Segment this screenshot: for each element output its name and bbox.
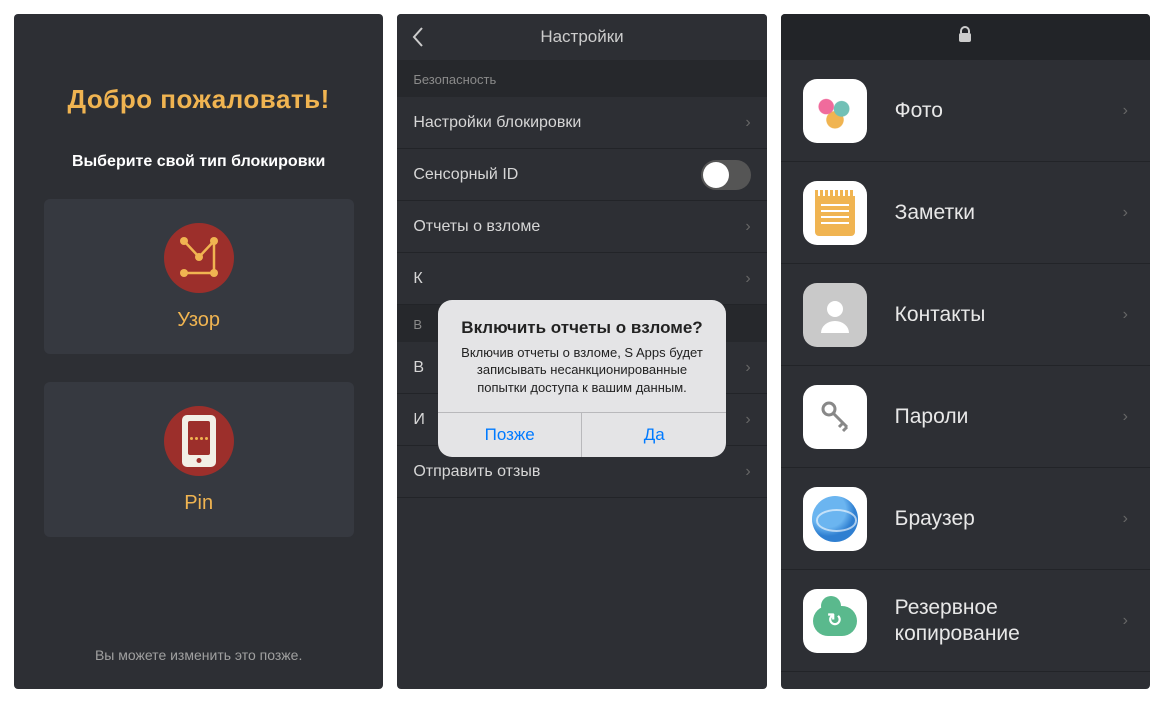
touch-id-toggle[interactable]: [701, 160, 751, 190]
lock-type-pattern[interactable]: Узор: [44, 199, 354, 354]
row-label: И: [413, 411, 425, 429]
screen-welcome: Добро пожаловать! Выберите свой тип блок…: [14, 14, 383, 689]
chevron-right-icon: ›: [1123, 102, 1128, 120]
dialog-yes-button[interactable]: Да: [581, 413, 726, 457]
chevron-right-icon: ›: [745, 218, 750, 236]
vault-item-photos[interactable]: Фото ›: [781, 60, 1150, 162]
contacts-icon: [803, 283, 867, 347]
lock-icon: [957, 26, 973, 49]
screen-settings: Настройки Безопасность Настройки блокиро…: [397, 14, 766, 689]
row-label: Отчеты о взломе: [413, 218, 540, 236]
back-button[interactable]: [411, 14, 425, 60]
breakin-dialog: Включить отчеты о взломе? Включив отчеты…: [438, 300, 726, 458]
row-label: Сенсорный ID: [413, 166, 518, 184]
row-label: В: [413, 359, 424, 377]
vault-item-label: Пароли: [895, 404, 969, 429]
chevron-right-icon: ›: [1123, 306, 1128, 324]
row-label: Отправить отзыв: [413, 463, 540, 481]
settings-header: Настройки: [397, 14, 766, 60]
pin-label: Pin: [184, 492, 213, 515]
chevron-right-icon: ›: [745, 411, 750, 429]
section-security: Безопасность: [397, 60, 766, 97]
dialog-body: Включив отчеты о взломе, S Apps будет за…: [458, 344, 706, 397]
chevron-right-icon: ›: [1123, 612, 1128, 630]
chevron-right-icon: ›: [1123, 204, 1128, 222]
screen-vault: Фото › Заметки › Контакты › Пароли › Бра…: [781, 14, 1150, 689]
notes-icon: [803, 181, 867, 245]
backup-icon: [803, 589, 867, 653]
chevron-right-icon: ›: [745, 270, 750, 288]
vault-item-backup[interactable]: Резервное копирование ›: [781, 570, 1150, 672]
pin-icon: [164, 406, 234, 476]
vault-item-label: Резервное копирование: [895, 595, 1123, 645]
row-label: К: [413, 270, 422, 288]
chevron-right-icon: ›: [745, 463, 750, 481]
row-breakin-reports[interactable]: Отчеты о взломе ›: [397, 201, 766, 253]
row-label: Настройки блокировки: [413, 114, 581, 132]
chevron-right-icon: ›: [745, 114, 750, 132]
photos-icon: [803, 79, 867, 143]
vault-item-passwords[interactable]: Пароли ›: [781, 366, 1150, 468]
row-obscured-1[interactable]: К ›: [397, 253, 766, 305]
welcome-footer: Вы можете изменить это позже.: [14, 647, 383, 663]
chevron-right-icon: ›: [1123, 408, 1128, 426]
vault-item-contacts[interactable]: Контакты ›: [781, 264, 1150, 366]
welcome-subtitle: Выберите свой тип блокировки: [72, 153, 325, 171]
row-touch-id[interactable]: Сенсорный ID: [397, 149, 766, 201]
vault-item-label: Фото: [895, 98, 943, 123]
settings-title: Настройки: [540, 27, 623, 47]
dialog-title: Включить отчеты о взломе?: [458, 318, 706, 338]
vault-item-label: Заметки: [895, 200, 975, 225]
chevron-right-icon: ›: [745, 359, 750, 377]
vault-item-label: Контакты: [895, 302, 986, 327]
browser-icon: [803, 487, 867, 551]
lock-type-pin[interactable]: Pin: [44, 382, 354, 537]
pattern-label: Узор: [177, 309, 220, 332]
passwords-icon: [803, 385, 867, 449]
welcome-title: Добро пожаловать!: [68, 84, 330, 115]
vault-header: [781, 14, 1150, 60]
chevron-right-icon: ›: [1123, 510, 1128, 528]
vault-item-label: Браузер: [895, 506, 975, 531]
vault-item-notes[interactable]: Заметки ›: [781, 162, 1150, 264]
vault-item-browser[interactable]: Браузер ›: [781, 468, 1150, 570]
pattern-icon: [164, 223, 234, 293]
dialog-later-button[interactable]: Позже: [438, 413, 582, 457]
row-lock-settings[interactable]: Настройки блокировки ›: [397, 97, 766, 149]
